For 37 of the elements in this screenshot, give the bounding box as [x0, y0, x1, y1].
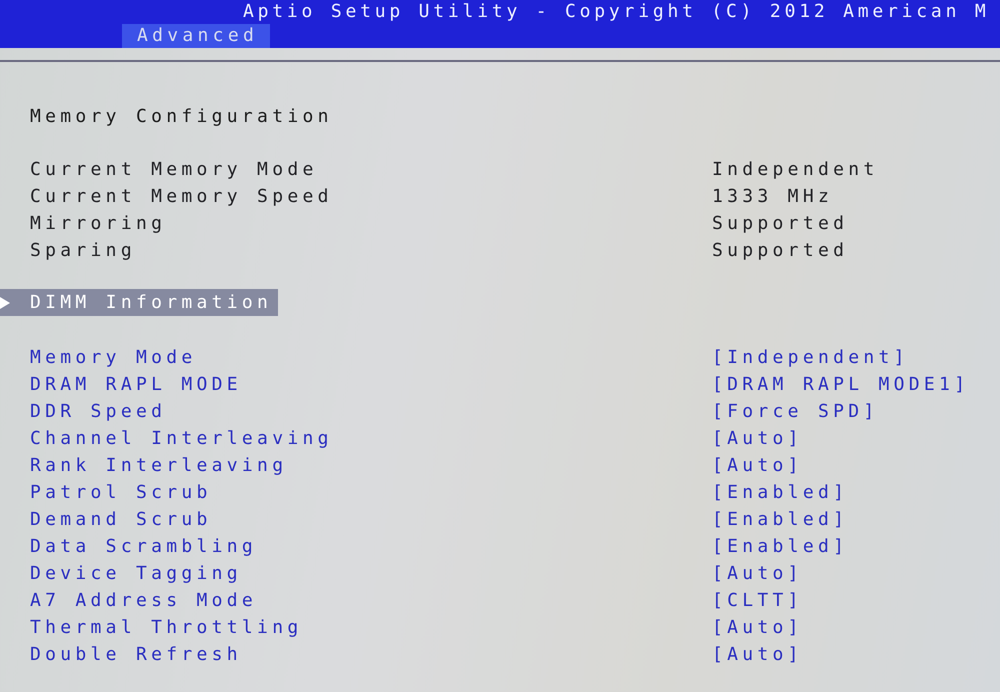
setting-value[interactable]: [DRAM RAPL MODE1] [712, 374, 970, 396]
info-label: Sparing [30, 240, 136, 262]
info-label: Current Memory Mode [30, 158, 318, 180]
setting-value[interactable]: [Auto] [712, 428, 803, 450]
info-value: Supported [712, 240, 848, 262]
setting-value[interactable]: [Auto] [712, 562, 803, 584]
setting-value[interactable]: [Enabled] [712, 508, 848, 530]
setting-value[interactable]: [Auto] [712, 644, 803, 666]
setting-label[interactable]: Channel Interleaving [30, 428, 333, 450]
triangle-icon [0, 296, 10, 308]
info-value: Independent [712, 158, 879, 180]
setting-label[interactable]: Thermal Throttling [30, 616, 302, 638]
setting-label[interactable]: Demand Scrub [30, 508, 212, 530]
setting-label[interactable]: Device Tagging [30, 562, 242, 584]
setting-label[interactable]: DRAM RAPL MODE [30, 374, 242, 396]
submenu-item[interactable]: DIMM Information [0, 289, 278, 316]
setting-value[interactable]: [Force SPD] [712, 400, 879, 422]
section-title: Memory Configuration [30, 105, 333, 129]
setting-label[interactable]: Patrol Scrub [30, 482, 212, 504]
menu-tab[interactable]: Advanced [122, 24, 270, 48]
setting-value[interactable]: [CLTT] [712, 590, 803, 612]
setting-value[interactable]: [Enabled] [712, 482, 848, 504]
info-label: Current Memory Speed [30, 186, 333, 208]
setting-value[interactable]: [Auto] [712, 616, 803, 638]
setting-value[interactable]: [Enabled] [712, 536, 848, 558]
setting-label[interactable]: Memory Mode [30, 346, 197, 368]
setting-label[interactable]: A7 Address Mode [30, 590, 258, 612]
info-value: 1333 MHz [712, 186, 834, 208]
setting-value[interactable]: [Auto] [712, 454, 803, 476]
setting-label[interactable]: DDR Speed [30, 400, 166, 422]
info-value: Supported [712, 212, 848, 234]
utility-title: Aptio Setup Utility - Copyright (C) 2012 American M [243, 1, 990, 23]
setting-label[interactable]: Rank Interleaving [30, 454, 288, 476]
setting-label[interactable]: Data Scrambling [30, 536, 258, 558]
setting-label[interactable]: Double Refresh [30, 644, 242, 666]
setting-value[interactable]: [Independent] [712, 346, 909, 368]
info-label: Mirroring [30, 212, 166, 234]
